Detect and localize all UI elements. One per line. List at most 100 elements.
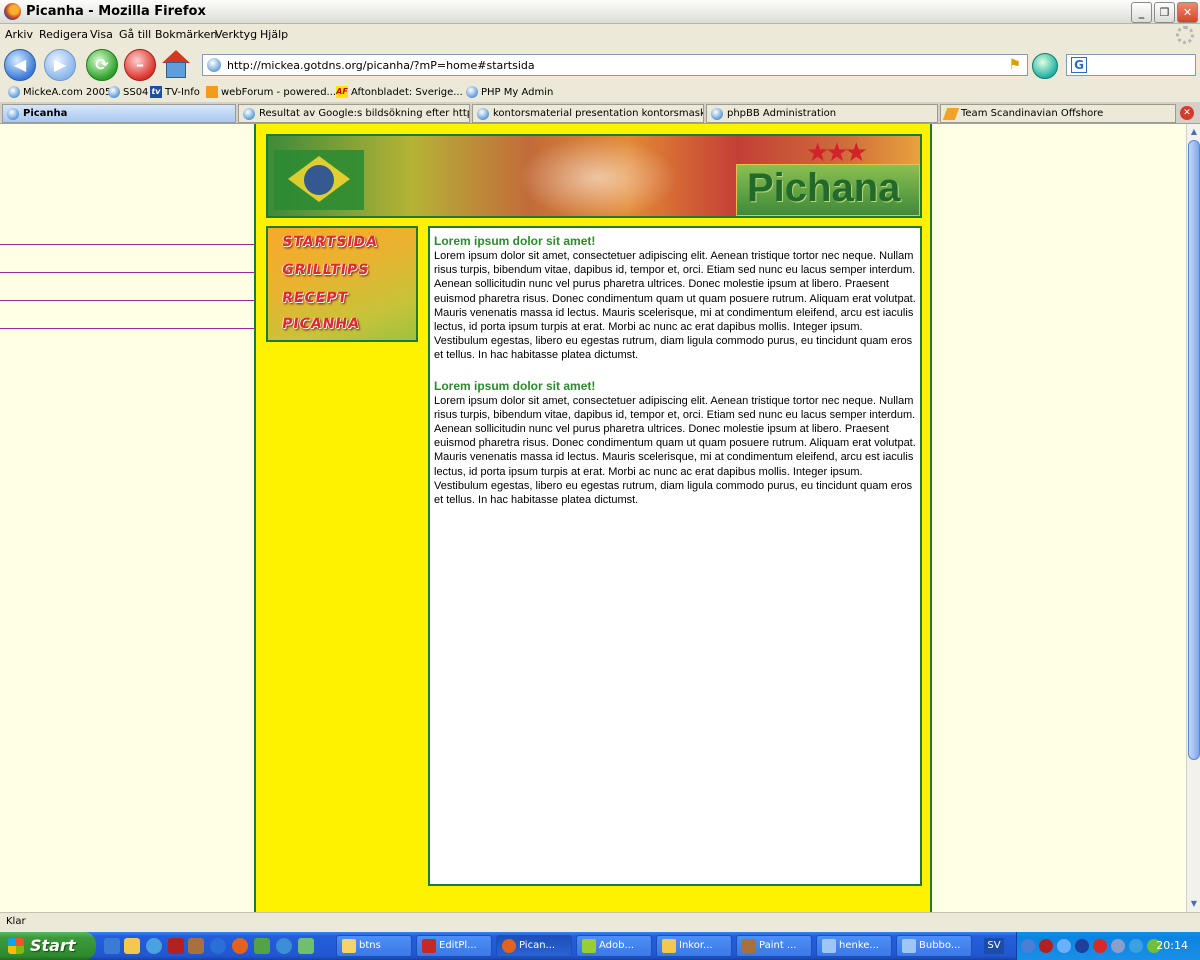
tray-k-icon[interactable] bbox=[1093, 939, 1107, 953]
site-banner: ★★★ Pichana bbox=[266, 134, 922, 218]
menu-item-picanha[interactable]: PICANHA bbox=[281, 316, 361, 332]
scroll-up-icon[interactable]: ▲ bbox=[1188, 126, 1200, 138]
window-title-bar[interactable]: Picanha - Mozilla Firefox _ ❐ ✕ bbox=[0, 0, 1200, 24]
bulb-icon bbox=[8, 86, 20, 98]
tab-team-scandinavian[interactable]: Team Scandinavian Offshore bbox=[940, 104, 1176, 123]
task-inkorg[interactable]: Inkor... bbox=[656, 935, 732, 957]
bookmark-ss04[interactable]: SS04 bbox=[108, 86, 148, 98]
tray-expand-icon[interactable] bbox=[1021, 939, 1035, 953]
bookmarks-toolbar: MickeA.com 2005 SS04 tv TV-Info webForum … bbox=[0, 84, 1200, 102]
task-henke[interactable]: henke... bbox=[816, 935, 892, 957]
stop-button[interactable]: – bbox=[124, 49, 156, 81]
url-bar[interactable]: http://mickea.gotdns.org/picanha/?mP=hom… bbox=[202, 54, 1028, 76]
quicklaunch-paint-icon[interactable] bbox=[188, 938, 204, 954]
menu-bar: Arkiv Redigera Visa Gå till Bokmärken Ve… bbox=[0, 24, 1200, 46]
paint-icon bbox=[742, 939, 756, 953]
vertical-scrollbar[interactable]: ▲ ▼ bbox=[1186, 124, 1200, 912]
menu-bokmarken[interactable]: Bokmärken bbox=[155, 28, 217, 41]
window-title: Picanha - Mozilla Firefox bbox=[26, 4, 206, 19]
menu-ga-till[interactable]: Gå till bbox=[119, 28, 151, 41]
content-area: Lorem ipsum dolor sit amet! Lorem ipsum … bbox=[428, 226, 922, 886]
reload-button[interactable]: ⟳ bbox=[86, 49, 118, 81]
quicklaunch-globe-icon[interactable] bbox=[276, 938, 292, 954]
menu-item-grilltips[interactable]: GRILLTIPS bbox=[281, 262, 370, 278]
site-logo[interactable]: Pichana bbox=[736, 164, 920, 216]
search-input[interactable]: G bbox=[1066, 54, 1196, 76]
menu-item-startsida[interactable]: STARTSIDA bbox=[281, 234, 379, 250]
tab-picanha[interactable]: Picanha bbox=[2, 104, 236, 123]
messenger-icon bbox=[822, 939, 836, 953]
menu-visa[interactable]: Visa bbox=[90, 28, 113, 41]
stars-icon: ★★★ bbox=[806, 138, 868, 168]
clock[interactable]: 20:14 bbox=[1156, 939, 1188, 952]
tray-network-icon[interactable] bbox=[1057, 939, 1071, 953]
menu-arkiv[interactable]: Arkiv bbox=[5, 28, 33, 41]
quicklaunch-outlook-icon[interactable] bbox=[124, 938, 140, 954]
quicklaunch-firefox-icon[interactable] bbox=[232, 938, 248, 954]
article-body: Lorem ipsum dolor sit amet, consectetuer… bbox=[434, 394, 916, 507]
go-button[interactable] bbox=[1032, 53, 1058, 79]
tab-phpbb[interactable]: phpBB Administration bbox=[706, 104, 938, 123]
task-picanha[interactable]: Pican... bbox=[496, 935, 572, 957]
bookmark-aftonbladet[interactable]: AF Aftonbladet: Sverige... bbox=[336, 86, 463, 98]
article-body: Lorem ipsum dolor sit amet, consectetuer… bbox=[434, 250, 916, 362]
webforum-icon bbox=[206, 86, 218, 98]
tab-kontorsmaterial[interactable]: kontorsmaterial presentation kontorsmask… bbox=[472, 104, 704, 123]
restore-button[interactable]: ❐ bbox=[1154, 2, 1175, 23]
tray-globe-icon[interactable] bbox=[1129, 939, 1143, 953]
url-text[interactable]: http://mickea.gotdns.org/picanha/?mP=hom… bbox=[227, 59, 535, 72]
stop-icon: – bbox=[136, 55, 144, 74]
menu-line bbox=[0, 328, 266, 329]
scroll-down-icon[interactable]: ▼ bbox=[1188, 898, 1200, 910]
menu-verktyg[interactable]: Verktyg bbox=[215, 28, 257, 41]
bulb-icon bbox=[7, 107, 19, 120]
task-adobe[interactable]: Adob... bbox=[576, 935, 652, 957]
navigation-toolbar: ◀ ▶ ⟳ – http://mickea.gotdns.org/picanha… bbox=[0, 46, 1200, 84]
menu-hjalp[interactable]: Hjälp bbox=[260, 28, 288, 41]
bookmark-webforum[interactable]: webForum - powered... bbox=[206, 86, 336, 98]
tray-display-icon[interactable] bbox=[1111, 939, 1125, 953]
forward-button[interactable]: ▶ bbox=[44, 49, 76, 81]
tv-icon: tv bbox=[150, 86, 162, 98]
minimize-button[interactable]: _ bbox=[1131, 2, 1152, 23]
system-tray: 20:14 bbox=[1016, 932, 1200, 960]
quicklaunch-ie-icon[interactable] bbox=[146, 938, 162, 954]
bookmark-phpmyadmin[interactable]: PHP My Admin bbox=[466, 86, 553, 98]
menu-item-recept[interactable]: RECEPT bbox=[281, 290, 349, 306]
menu-redigera[interactable]: Redigera bbox=[39, 28, 88, 41]
google-search-icon: G bbox=[1071, 57, 1087, 73]
close-window-button[interactable]: ✕ bbox=[1177, 2, 1198, 23]
task-bubbo[interactable]: Bubbo... bbox=[896, 935, 972, 957]
quicklaunch-desktop-icon[interactable] bbox=[104, 938, 120, 954]
reload-icon: ⟳ bbox=[95, 55, 109, 74]
close-tab-button[interactable]: ✕ bbox=[1180, 106, 1194, 120]
quicklaunch-acrobat-icon[interactable] bbox=[168, 938, 184, 954]
bookmark-mickea[interactable]: MickeA.com 2005 bbox=[8, 86, 111, 98]
tray-antivirus-icon[interactable] bbox=[1039, 939, 1053, 953]
aftonbladet-icon: AF bbox=[336, 86, 348, 98]
home-button[interactable] bbox=[160, 50, 192, 80]
tray-bluetooth-icon[interactable] bbox=[1075, 939, 1089, 953]
menu-line bbox=[0, 300, 266, 301]
quicklaunch-media-icon[interactable] bbox=[210, 938, 226, 954]
scroll-thumb[interactable] bbox=[1188, 140, 1200, 760]
tab-google-images[interactable]: Resultat av Google:s bildsökning efter h… bbox=[238, 104, 470, 123]
quicklaunch-tool-icon[interactable] bbox=[298, 938, 314, 954]
back-button[interactable]: ◀ bbox=[4, 49, 36, 81]
bulb-icon bbox=[477, 107, 489, 120]
article-title: Lorem ipsum dolor sit amet! bbox=[434, 234, 596, 248]
quicklaunch-app-icon[interactable] bbox=[254, 938, 270, 954]
start-button[interactable]: Start bbox=[0, 932, 96, 960]
language-indicator[interactable]: SV bbox=[984, 938, 1004, 954]
windows-taskbar: Start btns EditPl... Pican... Adob... In… bbox=[0, 932, 1200, 960]
task-btns[interactable]: btns bbox=[336, 935, 412, 957]
rss-feed-icon[interactable]: ⚑ bbox=[1008, 57, 1021, 73]
site-page: ★★★ Pichana STARTSIDA GRILLTIPS RECEPT P… bbox=[254, 124, 932, 912]
bookmark-tv-info[interactable]: tv TV-Info bbox=[150, 86, 200, 98]
tab-bar: Picanha Resultat av Google:s bildsökning… bbox=[0, 102, 1200, 124]
task-editplus[interactable]: EditPl... bbox=[416, 935, 492, 957]
forward-arrow-icon: ▶ bbox=[53, 55, 67, 74]
site-menu: STARTSIDA GRILLTIPS RECEPT PICANHA bbox=[266, 226, 418, 342]
adobe-icon bbox=[582, 939, 596, 953]
task-paint[interactable]: Paint ... bbox=[736, 935, 812, 957]
